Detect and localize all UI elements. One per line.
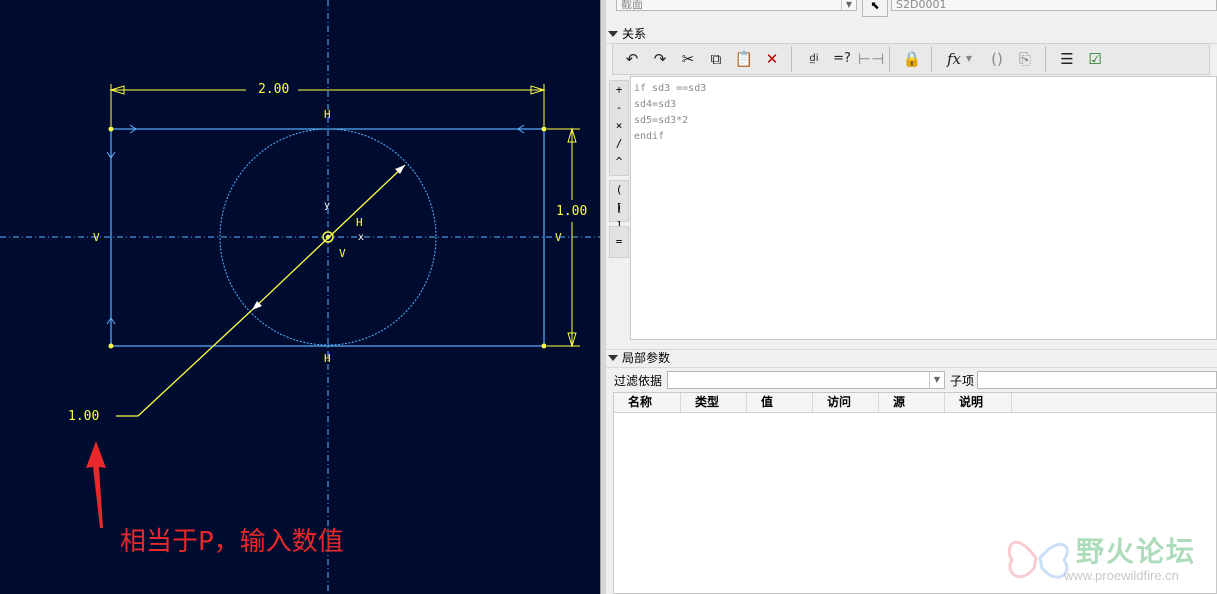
operator-multiply[interactable]: × xyxy=(610,117,628,135)
select-pointer-button[interactable]: ⬉ xyxy=(862,0,888,17)
relations-editor[interactable]: if sd3 ==sd3 sd4=sd3 sd5=sd3*2 endif xyxy=(630,76,1217,340)
relation-line: sd4=sd3 xyxy=(634,99,677,110)
height-dimension-value[interactable]: 1.00 xyxy=(556,204,587,219)
column-header-name[interactable]: 名称 xyxy=(614,393,681,412)
diameter-dimension-value[interactable]: 1.00 xyxy=(68,409,99,424)
vertex xyxy=(108,126,114,132)
width-dimension-value[interactable]: 2.00 xyxy=(258,82,289,97)
column-header-description[interactable]: 说明 xyxy=(945,393,1012,412)
watermark-title: 野火论坛 xyxy=(1076,535,1197,568)
table-header: 名称 类型 值 访问 源 说明 xyxy=(614,393,1216,413)
relations-section-header[interactable]: 关系 xyxy=(606,26,1217,44)
operator-equals[interactable]: = xyxy=(610,233,628,251)
operator-parentheses[interactable]: ( ) xyxy=(610,181,628,214)
annotation-arrow xyxy=(86,441,106,528)
filter-combo[interactable]: ▼ xyxy=(667,371,945,389)
y-axis-label: y xyxy=(324,200,331,211)
checkbox-icon[interactable]: ☑ xyxy=(1083,47,1107,71)
chevron-down-icon: ▼ xyxy=(841,0,856,10)
sub-item-label: 子项 xyxy=(950,374,975,388)
collapse-triangle-icon xyxy=(608,355,618,361)
vertical-constraint-left: V xyxy=(93,231,100,244)
filter-label: 过滤依据 xyxy=(614,374,663,388)
operator-power[interactable]: ^ xyxy=(610,153,628,171)
section-combo[interactable]: 截面 ▼ xyxy=(616,0,857,11)
sketch-name-field[interactable]: S2D0001 xyxy=(891,0,1217,11)
redo-icon[interactable]: ↷ xyxy=(648,47,672,71)
vertex xyxy=(541,343,547,349)
relation-line: if sd3 ==sd3 xyxy=(634,83,707,94)
lock-icon[interactable]: 🔒 xyxy=(900,47,924,71)
filter-row: 过滤依据 ▼ 子项 xyxy=(606,369,1217,391)
delete-icon[interactable]: ✕ xyxy=(760,47,784,71)
local-params-section-header[interactable]: 局部参数 xyxy=(606,349,1217,368)
sketch-name-value: S2D0001 xyxy=(896,0,947,11)
insert-icon[interactable]: ⎘ xyxy=(1013,47,1037,71)
local-params-section-title: 局部参数 xyxy=(622,351,671,365)
parentheses-icon[interactable]: () xyxy=(985,47,1009,71)
verify-icon[interactable]: =? xyxy=(830,47,854,71)
operator-plus[interactable]: + xyxy=(610,81,628,99)
evaluate-icon[interactable]: d̲i xyxy=(802,47,826,71)
undo-icon[interactable]: ↶ xyxy=(620,47,644,71)
watermark: 野火论坛 www.proewildfire.cn xyxy=(1004,528,1214,588)
relations-section-title: 关系 xyxy=(622,27,647,41)
vertex xyxy=(108,343,114,349)
operator-divide[interactable]: / xyxy=(610,135,628,153)
operator-minus[interactable]: - xyxy=(610,99,628,117)
vertex xyxy=(541,126,547,132)
relations-toolbar: ↶ ↷ ✂ ⧉ 📋 ✕ d̲i =? ⊢⊣ 🔒 fx ▼ () ⎘ ☰ ☑ xyxy=(612,43,1210,75)
chevron-down-icon[interactable]: ▼ xyxy=(963,47,975,71)
horizontal-constraint-bottom: H xyxy=(324,352,331,365)
list-icon[interactable]: ☰ xyxy=(1055,47,1079,71)
column-header-value[interactable]: 值 xyxy=(747,393,813,412)
relations-panel: 截面 ▼ ⬉ S2D0001 关系 ↶ ↷ ✂ ⧉ 📋 ✕ d̲i =? ⊢⊣ … xyxy=(606,0,1217,594)
sketch-canvas[interactable]: 2.00 1.00 1.00 H H V V V H y x 相当于P，输入数值 xyxy=(0,0,600,594)
copy-icon[interactable]: ⧉ xyxy=(704,47,728,71)
column-header-type[interactable]: 类型 xyxy=(681,393,747,412)
annotation-note: 相当于P，输入数值 xyxy=(120,527,344,557)
horizontal-constraint-top: H xyxy=(324,108,331,121)
relation-line: endif xyxy=(634,131,665,142)
cut-icon[interactable]: ✂ xyxy=(676,47,700,71)
chevron-down-icon: ▼ xyxy=(929,372,944,388)
relation-line: sd5=sd3*2 xyxy=(634,115,689,126)
watermark-url: www.proewildfire.cn xyxy=(1064,568,1179,583)
operator-brackets[interactable]: [ ] xyxy=(610,199,628,232)
sketch-graphics xyxy=(0,0,600,594)
sort-icon[interactable]: ⊢⊣ xyxy=(858,47,884,71)
paste-icon[interactable]: 📋 xyxy=(732,47,756,71)
section-combo-value: 截面 xyxy=(621,0,643,11)
operator-column: + - × / ^ ( ) [ ] = xyxy=(609,76,629,260)
column-header-access[interactable]: 访问 xyxy=(813,393,879,412)
vertical-constraint-center: V xyxy=(339,247,346,260)
column-header-source[interactable]: 源 xyxy=(879,393,945,412)
pointer-icon: ⬉ xyxy=(870,0,880,12)
collapse-triangle-icon xyxy=(608,31,618,37)
horizontal-constraint-center: H xyxy=(356,216,363,229)
sub-item-combo[interactable] xyxy=(977,371,1217,389)
x-axis-label: x xyxy=(358,232,365,243)
top-bar: 截面 ▼ ⬉ S2D0001 xyxy=(606,0,1217,18)
vertical-constraint-right: V xyxy=(555,231,562,244)
